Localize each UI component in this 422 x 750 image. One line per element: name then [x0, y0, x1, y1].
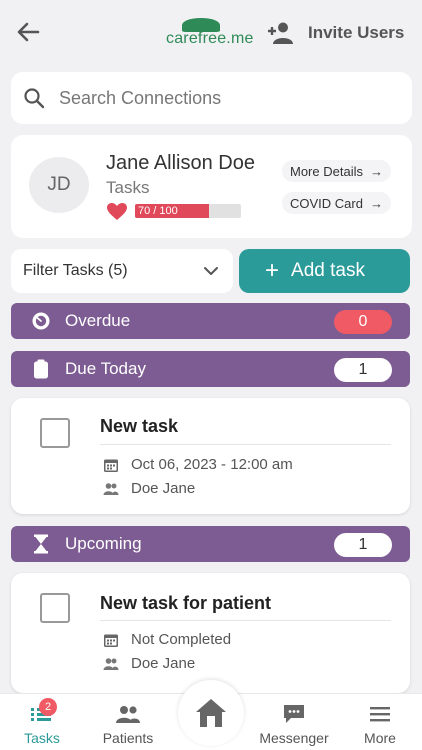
tab-messenger-label: Messenger [259, 730, 329, 746]
task-status: Not Completed [131, 631, 232, 648]
back-arrow-icon[interactable] [14, 18, 42, 46]
arrow-right-icon: → [369, 195, 383, 211]
upcoming-count-badge: 1 [334, 533, 392, 557]
task-assignee: Doe Jane [131, 480, 196, 497]
logo-text: carefree.me [166, 30, 254, 47]
tab-tasks-label: Tasks [24, 730, 60, 746]
task-status-row: Not Completed [103, 631, 231, 648]
task-divider [100, 444, 391, 445]
tab-patients[interactable]: Patients [98, 694, 158, 750]
covid-card-label: COVID Card [290, 195, 363, 211]
add-task-label: Add task [291, 260, 365, 281]
section-upcoming-label: Upcoming [65, 534, 142, 553]
task-card[interactable]: New task for patient Not Completed Doe J… [11, 573, 410, 693]
stopwatch-icon [32, 312, 50, 330]
add-task-button[interactable]: + Add task [239, 249, 410, 293]
top-bar: carefree.me Invite Users [0, 0, 422, 66]
overdue-count-badge: 0 [334, 310, 392, 334]
search-icon [24, 88, 45, 109]
profile-subtitle: Tasks [106, 178, 150, 197]
due-today-count-badge: 1 [334, 358, 392, 382]
search-input[interactable] [59, 87, 379, 109]
people-icon [116, 706, 140, 723]
clipboard-icon [34, 359, 48, 379]
people-icon [103, 657, 119, 670]
more-details-button[interactable]: More Details → [282, 160, 391, 182]
patient-profile-card: JD Jane Allison Doe Tasks 70 / 100 More … [11, 135, 412, 238]
tab-more[interactable]: More [357, 694, 403, 750]
invite-users-button[interactable]: Invite Users [268, 20, 404, 46]
task-assignee: Doe Jane [131, 655, 196, 672]
carefree-logo: carefree.me [166, 18, 258, 50]
section-overdue[interactable]: Overdue 0 [11, 303, 410, 339]
calendar-icon [104, 459, 118, 472]
task-date-row: Oct 06, 2023 - 12:00 am [103, 456, 293, 473]
menu-icon [370, 707, 390, 722]
section-due-today[interactable]: Due Today 1 [11, 351, 410, 387]
people-icon [103, 482, 119, 495]
health-score-label: 70 / 100 [138, 205, 178, 217]
section-upcoming[interactable]: Upcoming 1 [11, 526, 410, 562]
section-overdue-label: Overdue [65, 311, 131, 330]
more-details-label: More Details [290, 163, 363, 179]
tab-tasks[interactable]: Tasks 2 [16, 694, 68, 750]
tasks-count-badge: 2 [39, 698, 57, 716]
section-due-today-label: Due Today [65, 359, 146, 378]
tab-messenger[interactable]: Messenger [254, 694, 334, 750]
task-checkbox[interactable] [40, 593, 70, 623]
task-checkbox[interactable] [40, 418, 70, 448]
task-date: Oct 06, 2023 - 12:00 am [131, 456, 293, 473]
chat-icon [284, 705, 304, 723]
home-button[interactable] [178, 680, 244, 746]
avatar: JD [29, 157, 89, 213]
task-card[interactable]: New task Oct 06, 2023 - 12:00 am Doe Jan… [11, 398, 410, 514]
task-assignee-row: Doe Jane [103, 480, 195, 497]
plus-icon: + [265, 257, 280, 284]
filter-tasks-label: Filter Tasks (5) [23, 262, 128, 279]
task-title: New task [100, 416, 179, 436]
add-user-icon [268, 22, 293, 44]
filter-tasks-dropdown[interactable]: Filter Tasks (5) [11, 249, 233, 293]
covid-card-button[interactable]: COVID Card → [282, 192, 391, 214]
home-icon [196, 699, 226, 727]
health-score-bar: 70 / 100 [135, 204, 241, 218]
hourglass-icon [34, 534, 48, 554]
heart-icon [107, 203, 127, 220]
chevron-down-icon [204, 267, 218, 275]
patient-name: Jane Allison Doe [106, 152, 255, 174]
arrow-right-icon: → [369, 163, 383, 179]
task-assignee-row: Doe Jane [103, 655, 195, 672]
tab-patients-label: Patients [102, 730, 154, 746]
task-divider [100, 620, 391, 621]
search-bar [11, 72, 412, 124]
tab-more-label: More [364, 730, 396, 746]
invite-users-label: Invite Users [308, 23, 405, 42]
calendar-icon [104, 634, 118, 647]
task-title: New task for patient [100, 593, 272, 613]
